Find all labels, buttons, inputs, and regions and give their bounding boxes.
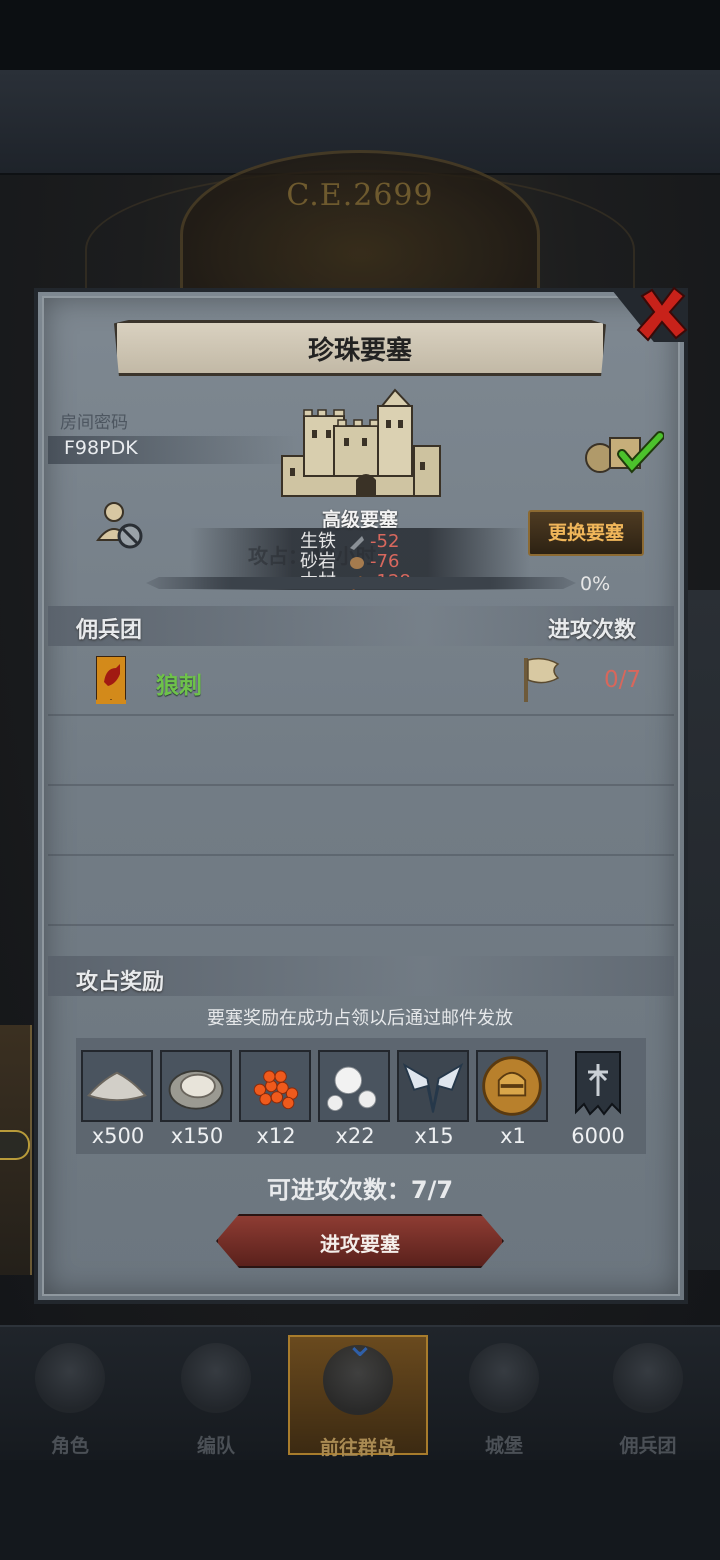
reward-qty: x12 xyxy=(256,1124,296,1148)
room-code[interactable]: F98PDK xyxy=(64,437,138,459)
reward-item-oyster[interactable] xyxy=(160,1050,232,1122)
salt-icon xyxy=(83,1052,151,1120)
right-side-panel xyxy=(684,590,720,1270)
pearl-icon xyxy=(320,1052,388,1120)
nav-label: 角色 xyxy=(50,1435,89,1457)
wolf-banner-icon xyxy=(96,656,126,704)
mercenary-nav-icon xyxy=(613,1343,683,1413)
swap-fortress-button[interactable]: 更换要塞 xyxy=(528,510,644,556)
reward-qty: x500 xyxy=(91,1124,145,1148)
search-icon[interactable] xyxy=(0,1130,30,1160)
mercenary-name[interactable]: 狼刺 xyxy=(156,666,202,700)
reward-qty: x22 xyxy=(335,1124,375,1148)
reward-qty: 6000 xyxy=(571,1124,625,1148)
nav-item-castle[interactable]: 城堡 xyxy=(434,1335,574,1457)
nav-item-character[interactable]: 角色 xyxy=(0,1335,140,1457)
reward-qty: x15 xyxy=(414,1124,454,1148)
reward-qty: x150 xyxy=(170,1124,224,1148)
capture-progress-label: 0% xyxy=(580,573,611,595)
chevron-down-icon: ⌄ xyxy=(344,1324,376,1365)
nav-label: 编队 xyxy=(196,1435,235,1457)
fish-roe-icon xyxy=(241,1052,309,1120)
oyster-icon xyxy=(162,1052,230,1120)
era-text: C.E.2699 xyxy=(286,178,434,213)
row-divider xyxy=(48,854,674,856)
reward-note: 要塞奖励在成功占领以后通过邮件发放 xyxy=(207,1008,513,1029)
page-title: 珍珠要塞 xyxy=(307,336,412,366)
reward-item-fish-roe[interactable] xyxy=(239,1050,311,1122)
bottom-safe-area xyxy=(0,1460,720,1560)
row-divider xyxy=(48,784,674,786)
capture-progress-track xyxy=(146,577,576,589)
formation-icon xyxy=(181,1343,251,1413)
attack-fortress-label[interactable]: 进攻要塞 xyxy=(216,1228,504,1257)
nav-label: 佣兵团 xyxy=(619,1435,677,1457)
attack-count: 0/7 xyxy=(604,667,642,693)
reward-section-title: 攻占奖励 xyxy=(76,970,165,995)
flag-icon xyxy=(524,657,560,702)
nav-item-formation[interactable]: 编队 xyxy=(146,1335,286,1457)
attack-count-header: 进攻次数 xyxy=(548,618,637,643)
reward-qty: x1 xyxy=(500,1124,526,1148)
row-divider xyxy=(48,924,674,926)
close-button[interactable] xyxy=(632,284,692,344)
banner-icon xyxy=(575,1051,621,1116)
knight-helmet-coin-icon xyxy=(478,1052,546,1120)
character-icon xyxy=(35,1343,105,1413)
reward-item-pearl[interactable] xyxy=(318,1050,390,1122)
castle-icon xyxy=(281,388,441,497)
mercenary-section-title: 佣兵团 xyxy=(76,618,143,643)
reward-item-emblem[interactable] xyxy=(397,1050,469,1122)
cargo-check-icon[interactable] xyxy=(584,428,664,476)
castle-nav-icon xyxy=(469,1343,539,1413)
nav-label: 前往群岛 xyxy=(319,1437,396,1459)
nav-item-mercenary[interactable]: 佣兵团 xyxy=(578,1335,718,1457)
nav-label: 城堡 xyxy=(484,1435,523,1457)
reward-item-salt[interactable] xyxy=(81,1050,153,1122)
row-divider xyxy=(48,714,674,716)
winged-emblem-icon xyxy=(399,1052,467,1120)
room-label: 房间密码 xyxy=(60,413,128,433)
reward-item-banner[interactable] xyxy=(562,1050,634,1122)
close-icon xyxy=(636,286,688,342)
status-area xyxy=(0,0,720,70)
remaining-attacks: 可进攻次数：7/7 xyxy=(266,1176,454,1204)
reward-item-helmet-coin[interactable] xyxy=(476,1050,548,1122)
